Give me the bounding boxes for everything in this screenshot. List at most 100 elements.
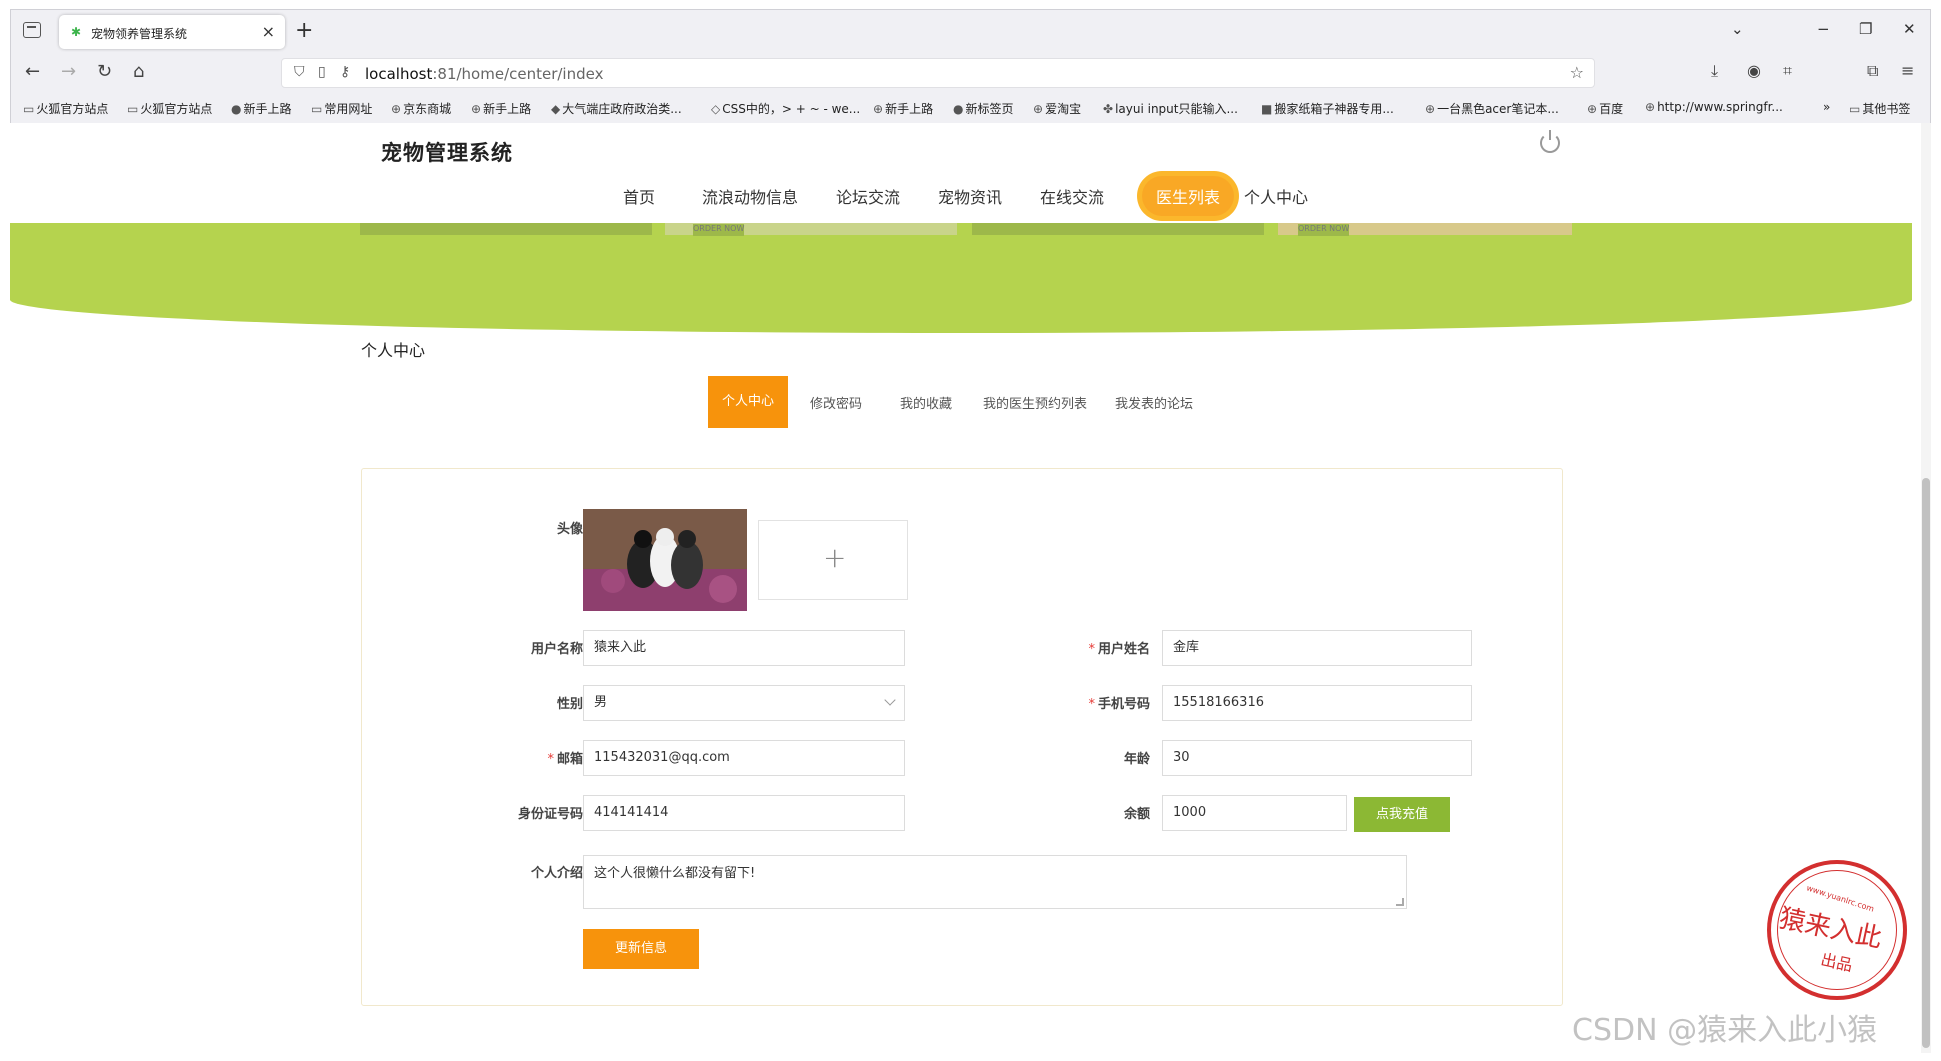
age-input[interactable]: 30 xyxy=(1162,740,1472,776)
subtab-profile[interactable]: 个人中心 xyxy=(708,376,788,428)
bookmark-label: 百度 xyxy=(1599,102,1624,116)
bookmarks-bar: ▭ 火狐官方站点 ▭ 火狐官方站点 ● 新手上路 ▭ 常用网址 ⊕ 京东商城 ⊕ 新手上路 … xyxy=(11,96,1930,120)
back-icon[interactable]: ← xyxy=(25,61,40,82)
subtab-favorites[interactable]: 我的收藏 xyxy=(900,393,952,412)
logout-power-icon[interactable] xyxy=(1540,130,1560,153)
folder-icon: ▭ xyxy=(23,102,35,116)
username-input[interactable]: 猿来入此 xyxy=(583,630,905,666)
browser-tab[interactable]: ✱ 宠物领养管理系统 × xyxy=(59,15,285,49)
home-icon[interactable]: ⌂ xyxy=(133,61,144,82)
gender-label: 性别 xyxy=(556,697,583,712)
url-bar[interactable]: ⛉ ▯ ⚷ localhost:81/home/center/index ☆ xyxy=(281,58,1595,88)
avatar-photo xyxy=(583,509,747,611)
key-icon[interactable]: ⚷ xyxy=(340,64,350,80)
bookmark-label: 火狐官方站点 xyxy=(140,102,213,116)
download-icon[interactable]: ⤓ xyxy=(1711,61,1718,81)
browser-chrome: ✱ 宠物领养管理系统 × + ⌄ − ❐ ✕ ← → ↻ ⌂ ⛉ ▯ ⚷ loc… xyxy=(10,9,1931,123)
phone-label-text: 手机号码 xyxy=(1097,697,1150,712)
avatar-upload-button[interactable]: + xyxy=(758,520,908,600)
intro-textarea[interactable]: 这个人很懒什么都没有留下! xyxy=(583,855,1407,909)
nav-item-forum[interactable]: 论坛交流 xyxy=(836,184,900,208)
resize-handle-icon[interactable] xyxy=(1396,898,1404,906)
shield-icon[interactable]: ⛉ xyxy=(294,64,305,80)
url-text[interactable]: localhost:81/home/center/index xyxy=(365,65,603,83)
nav-item-home[interactable]: 首页 xyxy=(623,184,655,208)
nav-item-online-chat[interactable]: 在线交流 xyxy=(1040,184,1104,208)
bookmark-label: 新标签页 xyxy=(965,102,1014,116)
balance-input[interactable]: 1000 xyxy=(1162,795,1347,831)
folder-icon: ▭ xyxy=(1849,102,1861,116)
phone-input[interactable]: 15518166316 xyxy=(1162,685,1472,721)
bookmark-item[interactable]: ▭ 火狐官方站点 xyxy=(23,100,108,117)
realname-input[interactable]: 金库 xyxy=(1162,630,1472,666)
nav-item-stray-animals[interactable]: 流浪动物信息 xyxy=(702,184,798,208)
update-info-button[interactable]: 更新信息 xyxy=(583,929,699,969)
bookmark-item[interactable]: ✤ layui input只能输入... xyxy=(1103,100,1238,117)
scrollbar-thumb[interactable] xyxy=(1922,478,1930,1048)
minimize-icon[interactable]: − xyxy=(1817,20,1830,38)
bookmark-item[interactable]: ● 新手上路 xyxy=(231,100,292,117)
bookmark-item[interactable]: ⊕ 百度 xyxy=(1587,100,1623,117)
bookmark-item[interactable]: ⊕ http://www.springfr... xyxy=(1645,100,1783,114)
more-bookmarks-icon[interactable]: » xyxy=(1823,100,1830,114)
bookmark-item[interactable]: ◆ 大气端庄政府政治类... xyxy=(551,100,682,117)
bookmark-item[interactable]: ■ 搬家纸箱子神器专用... xyxy=(1261,100,1394,117)
firefox-icon: ● xyxy=(231,102,242,116)
page-icon[interactable]: ▯ xyxy=(318,64,326,80)
avatar-label: 头像 xyxy=(556,522,583,537)
url-path: :81/home/center/index xyxy=(432,65,604,83)
site-title: 宠物管理系统 xyxy=(381,141,513,165)
email-input[interactable]: 115432031@qq.com xyxy=(583,740,905,776)
bookmark-label: 一台黑色acer笔记本... xyxy=(1437,102,1559,116)
subtab-change-password[interactable]: 修改密码 xyxy=(810,393,862,412)
recharge-button[interactable]: 点我充值 xyxy=(1354,797,1450,832)
bookmark-label: 新手上路 xyxy=(483,102,532,116)
bookmark-item[interactable]: ▭ 常用网址 xyxy=(311,100,372,117)
globe-icon: ⊕ xyxy=(1425,102,1436,116)
account-icon[interactable]: ◉ xyxy=(1747,61,1761,80)
section-title: 个人中心 xyxy=(361,341,426,360)
tab-list-icon[interactable] xyxy=(23,22,41,38)
nav-item-doctor-list[interactable]: 医生列表 xyxy=(1142,176,1235,216)
reload-icon[interactable]: ↻ xyxy=(97,61,112,82)
bookmark-item[interactable]: ⊕ 爱淘宝 xyxy=(1033,100,1081,117)
nav-item-personal-center[interactable]: 个人中心 xyxy=(1244,184,1308,208)
bookmark-label: 京东商城 xyxy=(403,102,452,116)
bookmark-item[interactable]: ▭ 火狐官方站点 xyxy=(127,100,212,117)
realname-label-text: 用户姓名 xyxy=(1097,642,1150,657)
bookmark-item[interactable]: ⊕ 新手上路 xyxy=(471,100,531,117)
close-tab-icon[interactable]: × xyxy=(262,22,275,41)
bookmark-item[interactable]: ◇ CSS中的，> + ~ - we... xyxy=(711,100,860,117)
menu-icon[interactable]: ≡ xyxy=(1901,61,1914,80)
banner-caption: ORDER NOW xyxy=(693,224,745,236)
banner-image xyxy=(972,223,1264,235)
extensions-icon[interactable]: ⧉ xyxy=(1867,61,1878,81)
bookmark-star-icon[interactable]: ☆ xyxy=(1570,63,1584,82)
bookmark-item[interactable]: ▭ 其他书签 xyxy=(1849,100,1910,117)
bookmark-label: 大气端庄政府政治类... xyxy=(562,102,682,116)
new-tab-icon[interactable]: + xyxy=(295,18,313,43)
required-mark: * xyxy=(547,752,554,767)
restore-icon[interactable]: ❐ xyxy=(1859,20,1872,38)
close-window-icon[interactable]: ✕ xyxy=(1903,20,1916,38)
chevron-down-icon[interactable]: ⌄ xyxy=(1731,20,1744,38)
globe-icon: ⊕ xyxy=(1645,100,1656,114)
gender-select[interactable]: 男 xyxy=(583,685,905,721)
page-scrollbar[interactable] xyxy=(1921,123,1931,1053)
forward-icon[interactable]: → xyxy=(61,61,76,82)
nav-toolbar: ← → ↻ ⌂ ⛉ ▯ ⚷ localhost:81/home/center/i… xyxy=(11,55,1930,91)
globe-icon: ⊕ xyxy=(1033,102,1044,116)
idcard-input[interactable]: 414141414 xyxy=(583,795,905,831)
bookmark-item[interactable]: ● 新标签页 xyxy=(953,100,1014,117)
bookmark-item[interactable]: ⊕ 京东商城 xyxy=(391,100,451,117)
email-label-text: 邮箱 xyxy=(556,752,583,767)
bookmark-item[interactable]: ⊕ 新手上路 xyxy=(873,100,933,117)
nav-item-pet-news[interactable]: 宠物资讯 xyxy=(938,184,1002,208)
url-host: localhost xyxy=(365,65,433,83)
username-label: 用户名称 xyxy=(530,642,583,657)
crop-icon[interactable]: ⌗ xyxy=(1783,61,1792,81)
bookmark-item[interactable]: ⊕ 一台黑色acer笔记本... xyxy=(1425,100,1559,117)
subtab-appointments[interactable]: 我的医生预约列表 xyxy=(983,393,1087,412)
subtab-my-posts[interactable]: 我发表的论坛 xyxy=(1115,393,1193,412)
favicon-icon: ✱ xyxy=(71,25,82,39)
